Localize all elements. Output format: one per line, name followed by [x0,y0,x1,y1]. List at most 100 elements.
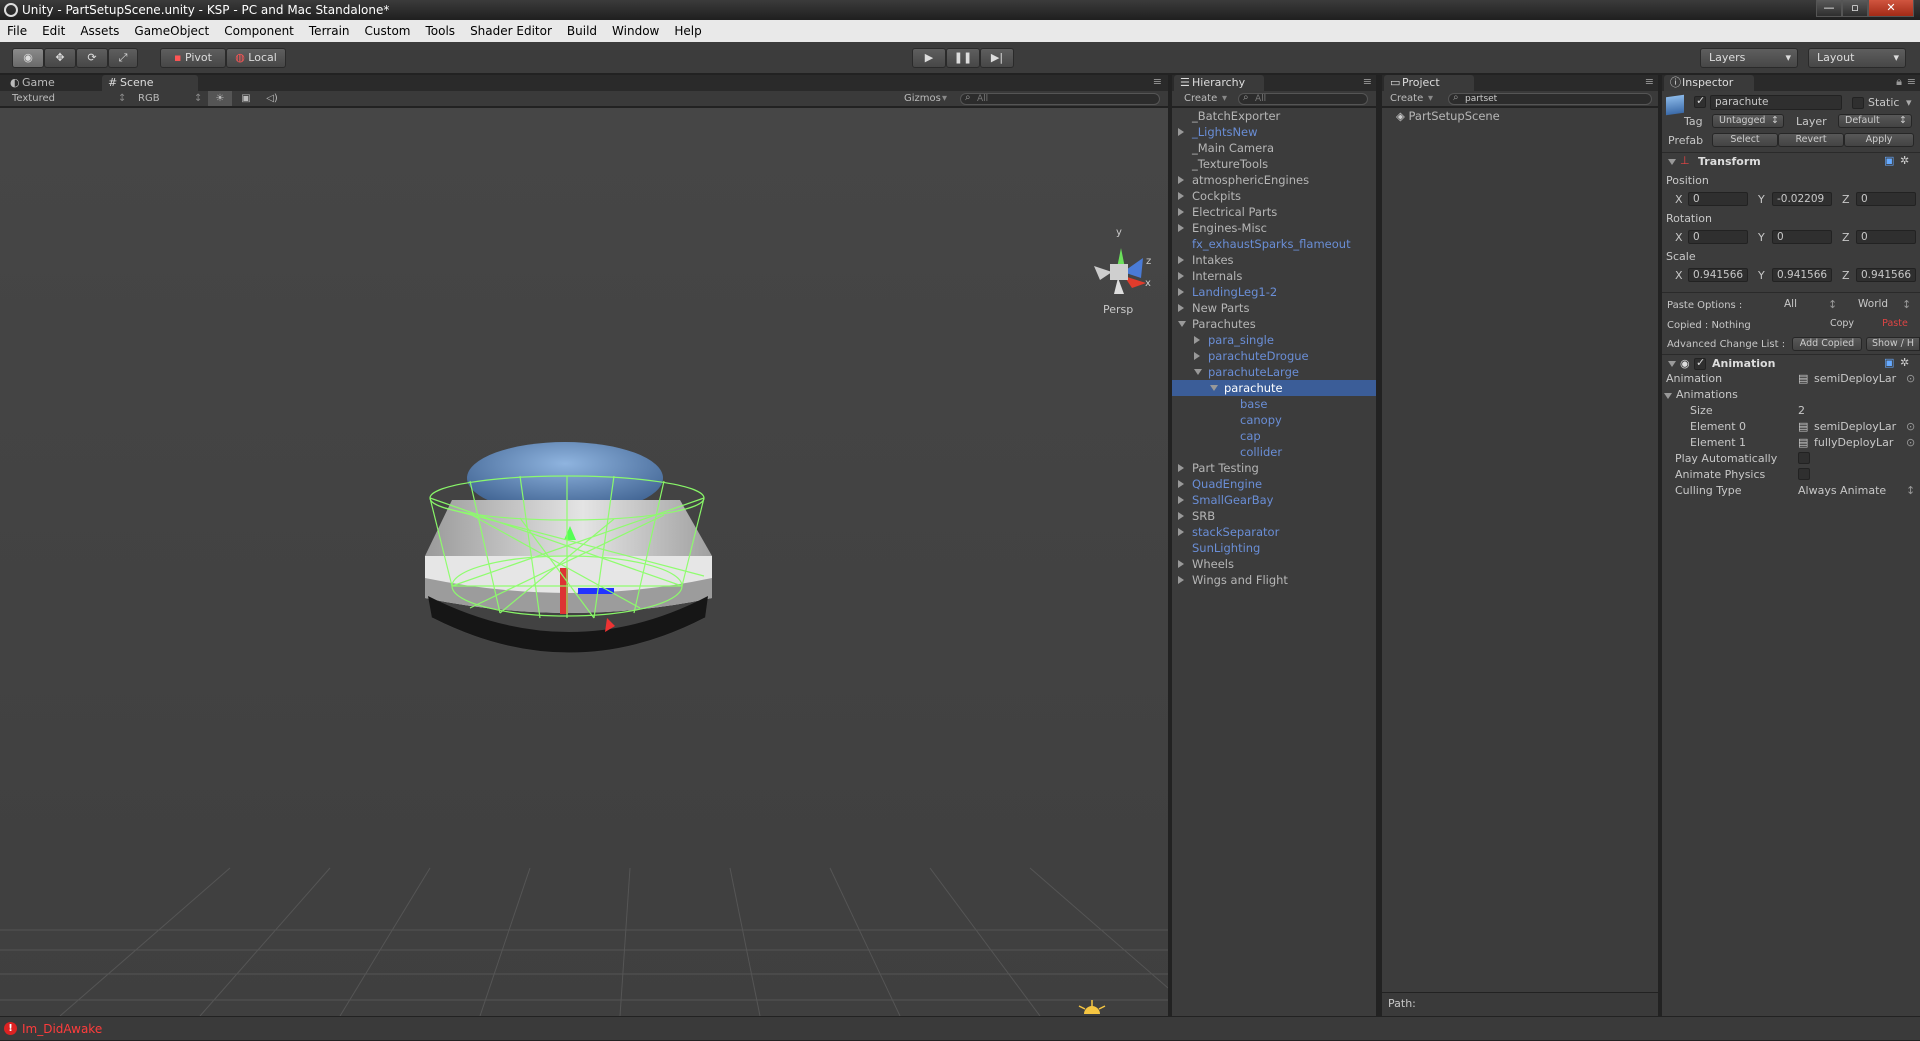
transform-header[interactable]: ⊥ Transform ▣ ✲ [1662,152,1920,170]
hierarchy-item[interactable]: base [1172,396,1376,412]
static-checkbox[interactable] [1852,97,1864,109]
project-result-item[interactable]: ◈ PartSetupScene [1396,108,1500,124]
scene-search-input[interactable]: All [960,93,1160,105]
menu-shader-editor[interactable]: Shader Editor [463,20,560,42]
panel-menu-icon[interactable]: ≡ [1153,75,1162,88]
help-book-icon[interactable]: ▣ [1884,154,1894,167]
expand-right-arrow-icon[interactable] [1178,512,1184,520]
position-y-field[interactable]: -0.02209 [1772,192,1832,206]
render-mode-dropdown[interactable]: Textured [12,91,55,106]
expand-right-arrow-icon[interactable] [1178,272,1184,280]
rotation-y-field[interactable]: 0 [1772,230,1832,244]
hierarchy-item[interactable]: _Main Camera [1172,140,1376,156]
object-name-field[interactable]: parachute [1710,95,1842,110]
paste-world-dropdown[interactable]: World [1858,298,1888,310]
play-button[interactable]: ▶ [912,48,946,68]
expand-down-arrow-icon[interactable] [1194,369,1202,375]
tab-hierarchy[interactable]: ☰ Hierarchy [1174,75,1264,91]
expand-right-arrow-icon[interactable] [1178,480,1184,488]
prefab-revert-button[interactable]: Revert [1778,133,1844,147]
prefab-apply-button[interactable]: Apply [1844,133,1914,147]
menu-file[interactable]: File [0,20,35,42]
hierarchy-create-dropdown[interactable]: Create [1184,91,1217,106]
hierarchy-item[interactable]: Part Testing [1172,460,1376,476]
hierarchy-item[interactable]: Electrical Parts [1172,204,1376,220]
gear-icon[interactable]: ✲ [1900,154,1909,167]
menu-help[interactable]: Help [667,20,709,42]
expand-right-arrow-icon[interactable] [1194,352,1200,360]
lighting-toggle-icon[interactable]: ☀ [208,91,232,106]
tab-scene[interactable]: # Scene [102,75,198,91]
size-field[interactable]: 2 [1798,404,1805,417]
paste-button[interactable]: Paste [1872,318,1918,332]
expand-right-arrow-icon[interactable] [1178,560,1184,568]
animation-header[interactable]: ◉ Animation ▣ ✲ [1662,354,1920,372]
expand-right-arrow-icon[interactable] [1178,464,1184,472]
expand-right-arrow-icon[interactable] [1178,176,1184,184]
expand-right-arrow-icon[interactable] [1178,224,1184,232]
animation-enabled-checkbox[interactable] [1694,356,1706,370]
lock-icon[interactable]: 🔒︎ [1896,75,1902,89]
element1-field[interactable]: fullyDeployLar [1814,436,1906,449]
object-picker-icon[interactable]: ⊙ [1906,436,1915,449]
expand-right-arrow-icon[interactable] [1178,288,1184,296]
culling-type-dropdown[interactable]: Always Animate [1798,484,1886,497]
hierarchy-item[interactable]: QuadEngine [1172,476,1376,492]
pivot-toggle[interactable]: ▪ Pivot [160,48,226,68]
tab-project[interactable]: ▭ Project [1384,75,1474,91]
active-checkbox[interactable] [1694,94,1706,108]
project-create-dropdown[interactable]: Create [1390,91,1423,106]
hierarchy-item[interactable]: New Parts [1172,300,1376,316]
menu-window[interactable]: Window [605,20,667,42]
hierarchy-item[interactable]: SRB [1172,508,1376,524]
hierarchy-item[interactable]: parachuteLarge [1172,364,1376,380]
project-search-input[interactable]: partset [1448,93,1652,105]
panel-menu-icon[interactable]: ≡ [1907,75,1916,88]
hierarchy-item[interactable]: atmosphericEngines [1172,172,1376,188]
expand-right-arrow-icon[interactable] [1178,304,1184,312]
hierarchy-item[interactable]: _TextureTools [1172,156,1376,172]
menu-assets[interactable]: Assets [73,20,127,42]
element0-field[interactable]: semiDeployLar [1814,420,1906,433]
gear-icon[interactable]: ✲ [1900,356,1909,369]
expand-right-arrow-icon[interactable] [1178,496,1184,504]
copy-button[interactable]: Copy [1812,318,1872,332]
hierarchy-item[interactable]: stackSeparator [1172,524,1376,540]
hierarchy-item[interactable]: Internals [1172,268,1376,284]
hierarchy-item[interactable]: para_single [1172,332,1376,348]
skybox-toggle-icon[interactable]: ▣ [236,91,256,106]
object-picker-icon[interactable]: ⊙ [1906,372,1915,385]
tag-dropdown[interactable]: Untagged ↕ [1712,114,1784,128]
foldout-arrow-icon[interactable] [1664,393,1672,399]
local-toggle[interactable]: ◍ Local [226,48,286,68]
hierarchy-item[interactable]: Cockpits [1172,188,1376,204]
gizmos-dropdown[interactable]: Gizmos [904,91,941,106]
hierarchy-item[interactable]: cap [1172,428,1376,444]
layer-dropdown[interactable]: Default ↕ [1838,114,1912,128]
color-mode-dropdown[interactable]: RGB [138,91,160,106]
hierarchy-item[interactable]: collider [1172,444,1376,460]
minimize-button[interactable]: — [1816,0,1842,17]
add-copied-button[interactable]: Add Copied [1792,337,1862,351]
expand-right-arrow-icon[interactable] [1178,528,1184,536]
hierarchy-item[interactable]: parachuteDrogue [1172,348,1376,364]
menu-gameobject[interactable]: GameObject [127,20,217,42]
position-x-field[interactable]: 0 [1688,192,1748,206]
scale-z-field[interactable]: 0.941566 [1856,268,1916,282]
hierarchy-item[interactable]: Intakes [1172,252,1376,268]
expand-right-arrow-icon[interactable] [1194,336,1200,344]
menu-tools[interactable]: Tools [419,20,464,42]
scale-y-field[interactable]: 0.941566 [1772,268,1832,282]
panel-menu-icon[interactable]: ≡ [1645,75,1654,88]
status-bar[interactable]: ! Im_DidAwake [0,1016,1920,1040]
audio-toggle-icon[interactable]: ◁) [262,91,282,106]
prefab-select-button[interactable]: Select [1712,133,1778,147]
rotate-tool-button[interactable]: ⟳ [76,48,108,68]
hierarchy-item[interactable]: Parachutes [1172,316,1376,332]
scale-tool-button[interactable]: ⤢ [108,48,138,68]
tab-inspector[interactable]: ⓘ Inspector [1664,75,1754,91]
hierarchy-item[interactable]: Wheels [1172,556,1376,572]
expand-down-arrow-icon[interactable] [1210,385,1218,391]
play-automatically-checkbox[interactable] [1798,452,1810,464]
paste-all-dropdown[interactable]: All [1784,298,1797,310]
